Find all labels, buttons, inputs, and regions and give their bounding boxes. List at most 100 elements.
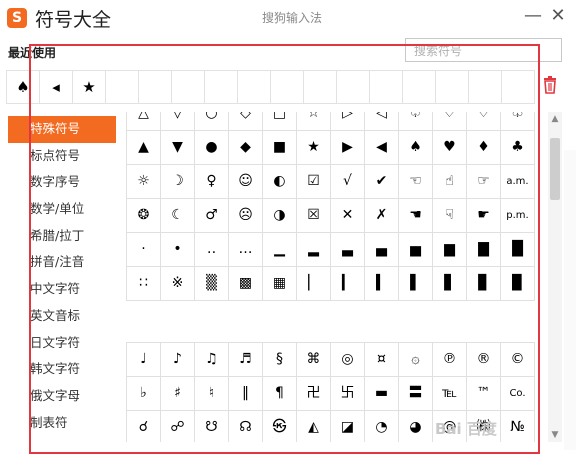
symbol-cell[interactable]: ★ [297,131,331,165]
recent-symbol-cell[interactable] [337,71,370,103]
symbol-cell[interactable]: ◆ [229,131,263,165]
recent-symbol-cell[interactable] [304,71,337,103]
symbol-cell[interactable]: █ [501,233,535,267]
symbol-cell[interactable]: ‥ [195,233,229,267]
symbol-cell[interactable]: ♂ [195,199,229,233]
symbol-cell[interactable]: … [229,233,263,267]
symbol-cell[interactable]: △ [127,112,161,131]
sidebar-item-7[interactable]: 英文音标 [0,303,116,330]
symbol-cell[interactable]: ◎ [331,343,365,377]
symbol-cell[interactable]: ▽ [161,112,195,131]
symbol-cell[interactable]: ☒ [297,199,331,233]
symbol-cell[interactable]: ♀ [195,165,229,199]
symbol-cell[interactable]: ✕ [331,199,365,233]
symbol-cell[interactable]: ☍ [161,411,195,442]
symbol-cell[interactable]: ◀ [365,131,399,165]
symbol-cell[interactable]: ▏ [297,267,331,301]
symbol-cell[interactable]: ■ [263,131,297,165]
recent-symbol-cell[interactable]: ◂ [40,71,73,103]
symbol-cell[interactable]: ☞ [467,165,501,199]
sidebar-item-10[interactable]: 俄文字母 [0,383,116,410]
symbol-cell[interactable]: ♣ [501,131,535,165]
symbol-cell[interactable]: ♤ [399,112,433,131]
symbol-cell[interactable]: ▅ [399,233,433,267]
sidebar-item-6[interactable]: 中文字符 [0,276,116,303]
symbol-cell[interactable]: ☹ [229,199,263,233]
recent-symbol-cell[interactable]: ★ [73,71,106,103]
symbol-cell[interactable]: ☋ [195,411,229,442]
symbol-cell[interactable]: ▒ [195,267,229,301]
symbol-cell[interactable]: ‖ [229,377,263,411]
symbol-cell[interactable]: ▦ [263,267,297,301]
symbol-cell[interactable]: ¶ [263,377,297,411]
recent-symbol-cell[interactable] [271,71,304,103]
symbol-cell[interactable]: ▂ [297,233,331,267]
symbol-cell[interactable]: ☆ [297,112,331,131]
symbol-cell[interactable]: ▋ [433,267,467,301]
symbol-cell[interactable]: ▃ [331,233,365,267]
symbol-cell[interactable]: ● [195,131,229,165]
sidebar-item-2[interactable]: 数字序号 [0,169,116,196]
symbol-cell[interactable]: ▊ [467,267,501,301]
symbol-cell[interactable]: ♦ [467,131,501,165]
symbol-cell[interactable]: ▲ [127,131,161,165]
symbol-cell[interactable]: ✗ [365,199,399,233]
symbol-cell[interactable]: p.m. [501,199,535,233]
search-box[interactable] [405,38,562,62]
symbol-cell[interactable]: ▉ [501,267,535,301]
symbol-cell[interactable]: ♥ [433,131,467,165]
symbol-cell[interactable]: ∷ [127,267,161,301]
symbol-cell[interactable]: ▇ [467,233,501,267]
search-input[interactable] [412,40,556,62]
symbol-cell[interactable]: √ [331,165,365,199]
symbol-cell[interactable]: © [501,343,535,377]
symbol-cell[interactable]: ® [467,343,501,377]
recent-symbol-cell[interactable] [436,71,469,103]
symbol-cell[interactable]: ▄ [365,233,399,267]
symbol-cell[interactable]: ◕ [399,411,433,442]
symbol-cell[interactable]: ◇ [229,112,263,131]
sidebar-item-11[interactable]: 制表符 [0,410,116,437]
symbol-cell[interactable]: ☺ [229,165,263,199]
recent-symbol-cell[interactable] [502,71,535,103]
symbol-cell[interactable]: ◁ [365,112,399,131]
symbol-cell[interactable]: ☊ [229,411,263,442]
symbol-cell[interactable]: 〓 [399,377,433,411]
recent-symbol-cell[interactable] [205,71,238,103]
symbol-cell[interactable]: ⌘ [297,343,331,377]
symbol-cell[interactable]: ☜ [399,165,433,199]
symbol-cell[interactable]: ♪ [161,343,195,377]
scrollbar[interactable]: ▲ ▼ [548,112,562,442]
recent-symbol-cell[interactable] [139,71,172,103]
symbol-cell[interactable]: Co. [501,377,535,411]
symbol-cell[interactable]: ☌ [127,411,161,442]
symbol-cell[interactable]: 卍 [297,377,331,411]
scroll-up-icon[interactable]: ▲ [548,112,562,126]
symbol-cell[interactable]: ◪ [331,411,365,442]
recent-symbol-cell[interactable] [403,71,436,103]
symbol-cell[interactable]: ¤ [365,343,399,377]
symbol-cell[interactable]: ☝ [433,165,467,199]
symbol-cell[interactable]: ™ [467,377,501,411]
recent-symbol-cell[interactable] [469,71,502,103]
symbol-cell[interactable]: ♡ [433,112,467,131]
symbol-cell[interactable]: ▆ [433,233,467,267]
symbol-cell[interactable]: ▍ [365,267,399,301]
symbol-cell[interactable]: ▎ [331,267,365,301]
symbol-cell[interactable]: ◭ [297,411,331,442]
symbol-cell[interactable]: ☛ [467,199,501,233]
symbol-cell[interactable]: ℗ [433,343,467,377]
close-button[interactable]: ✕ [547,5,569,27]
symbol-cell[interactable]: ㉿ [263,411,297,442]
symbol-cell[interactable]: ☟ [433,199,467,233]
symbol-cell[interactable]: ☚ [399,199,433,233]
symbol-cell[interactable]: ❂ [127,199,161,233]
symbol-cell[interactable]: ♯ [161,377,195,411]
symbol-cell[interactable]: ۞ [399,343,433,377]
symbol-cell[interactable]: ○ [195,112,229,131]
symbol-cell[interactable]: 卐 [331,377,365,411]
symbol-cell[interactable]: ☑ [297,165,331,199]
trash-icon[interactable] [541,75,559,95]
symbol-cell[interactable]: ▷ [331,112,365,131]
symbol-cell[interactable]: ▼ [161,131,195,165]
